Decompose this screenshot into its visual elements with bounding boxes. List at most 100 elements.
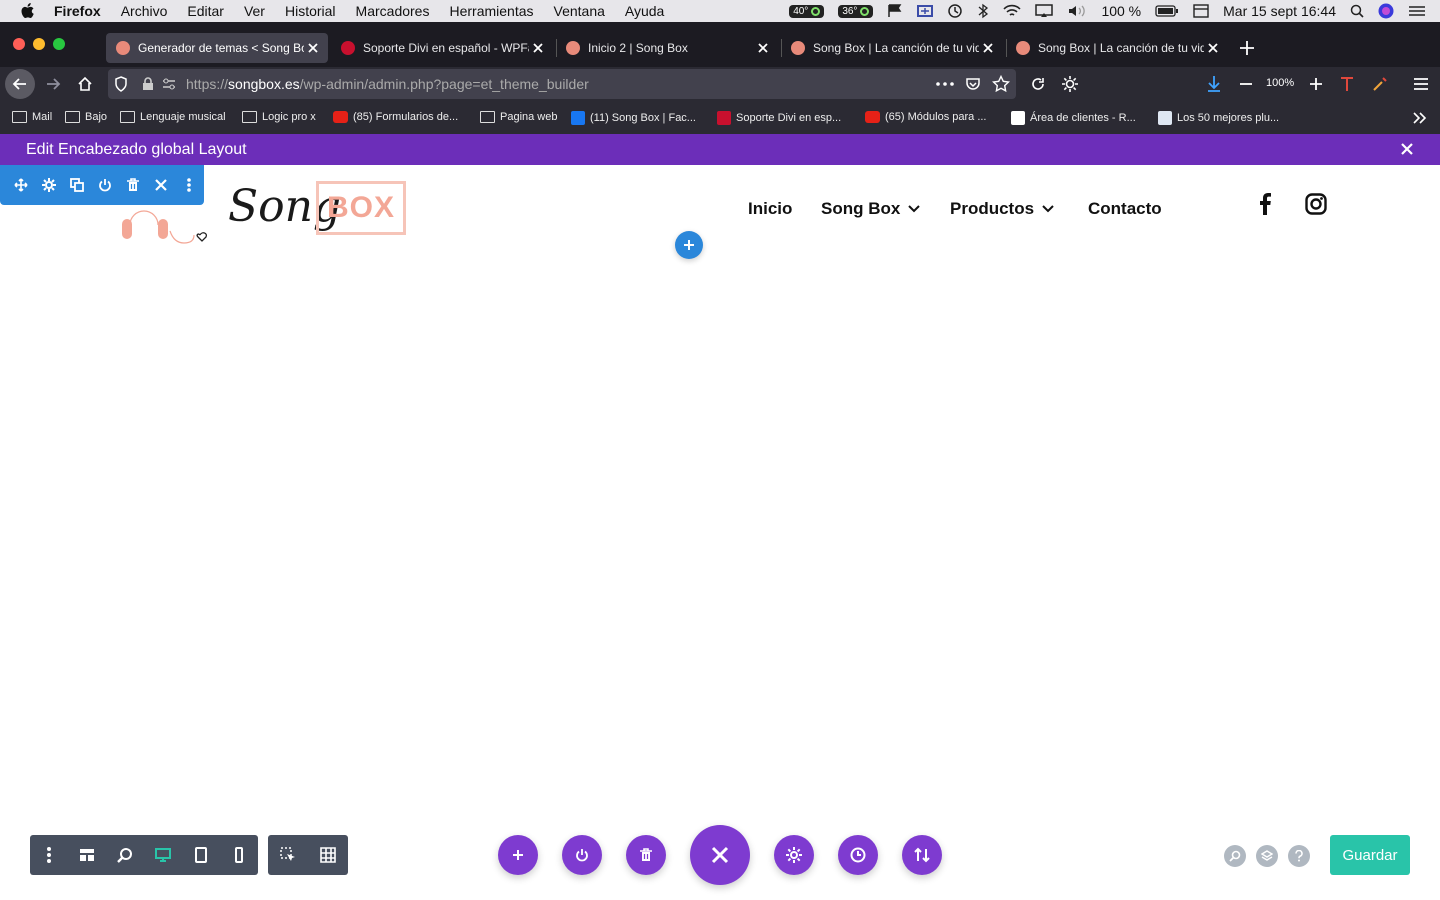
- bookmark-lenguaje-musical[interactable]: Lenguaje musical: [120, 111, 226, 123]
- time-machine-icon[interactable]: [947, 3, 963, 19]
- clear-layout-button[interactable]: [626, 835, 666, 875]
- close-settings-button[interactable]: [690, 825, 750, 885]
- pocket-icon[interactable]: [965, 76, 981, 92]
- url-bar[interactable]: https://songbox.es/wp-admin/admin.php?pa…: [108, 69, 1016, 99]
- nav-item-inicio[interactable]: Inicio: [748, 199, 792, 219]
- control-center-icon[interactable]: [1408, 4, 1426, 18]
- desktop-view-icon[interactable]: [144, 835, 182, 875]
- zoom-view-icon[interactable]: [106, 835, 144, 875]
- color-picker-icon[interactable]: [1368, 72, 1392, 96]
- add-row-button[interactable]: [675, 231, 703, 259]
- app-menu-icon[interactable]: [1409, 72, 1433, 96]
- tab-inicio-2[interactable]: Inicio 2 | Song Box: [556, 33, 778, 63]
- nav-item-contacto[interactable]: Contacto: [1088, 199, 1162, 219]
- bookmark-soporte-divi[interactable]: Soporte Divi en esp...: [717, 111, 841, 125]
- url-text[interactable]: https://songbox.es/wp-admin/admin.php?pa…: [186, 76, 589, 92]
- close-tab-icon[interactable]: [306, 41, 320, 55]
- clock-datetime[interactable]: Mar 15 sept 16:44: [1223, 3, 1336, 19]
- wireframe-view-icon[interactable]: [68, 835, 106, 875]
- history-button[interactable]: [838, 835, 878, 875]
- close-tab-icon[interactable]: [1206, 41, 1220, 55]
- menu-ventana[interactable]: Ventana: [554, 3, 605, 19]
- extension-gear-icon[interactable]: [1058, 72, 1082, 96]
- instagram-icon[interactable]: [1305, 193, 1327, 215]
- bookmark-logic-pro-x[interactable]: Logic pro x: [242, 111, 316, 123]
- menu-editar[interactable]: Editar: [187, 3, 224, 19]
- bookmark-50-mejores[interactable]: Los 50 mejores plu...: [1158, 111, 1279, 125]
- close-window-button[interactable]: [13, 38, 25, 50]
- bookmark-modulos[interactable]: (65) Módulos para ...: [865, 111, 987, 123]
- menu-app-firefox[interactable]: Firefox: [54, 3, 101, 19]
- bluetooth-icon[interactable]: [977, 3, 989, 19]
- downloads-icon[interactable]: [1202, 72, 1226, 96]
- forward-button[interactable]: [41, 72, 65, 96]
- site-logo[interactable]: Song BOX: [118, 177, 410, 247]
- add-module-button[interactable]: [498, 835, 538, 875]
- menu-marcadores[interactable]: Marcadores: [356, 3, 430, 19]
- lock-icon[interactable]: [142, 77, 154, 91]
- phone-view-icon[interactable]: [220, 835, 258, 875]
- maximize-window-button[interactable]: [53, 38, 65, 50]
- reload-button[interactable]: [1026, 72, 1050, 96]
- tab-generador-de-temas[interactable]: Generador de temas < Song Box: [106, 33, 328, 63]
- flag-icon[interactable]: [887, 4, 903, 18]
- tab-song-box-2[interactable]: Song Box | La canción de tu vida: [1006, 33, 1228, 63]
- sort-button[interactable]: [902, 835, 942, 875]
- zoom-level[interactable]: 100%: [1266, 77, 1294, 89]
- menu-herramientas[interactable]: Herramientas: [449, 3, 533, 19]
- shield-icon[interactable]: [114, 76, 128, 92]
- close-layout-icon[interactable]: [1400, 142, 1414, 156]
- bookmark-bajo[interactable]: Bajo: [65, 111, 107, 123]
- bookmark-song-box-facebook[interactable]: (11) Song Box | Fac...: [571, 111, 696, 125]
- apple-icon[interactable]: [20, 2, 38, 20]
- facebook-icon[interactable]: [1258, 193, 1272, 215]
- minimize-window-button[interactable]: [33, 38, 45, 50]
- bookmarks-overflow-icon[interactable]: [1412, 111, 1428, 125]
- menu-archivo[interactable]: Archivo: [121, 3, 168, 19]
- grid-mode-icon[interactable]: [308, 835, 348, 875]
- click-mode-icon[interactable]: [268, 835, 308, 875]
- calendar-icon[interactable]: [1193, 4, 1209, 18]
- bookmark-formularios[interactable]: (85) Formularios de...: [333, 111, 458, 123]
- gpu-temp-badge[interactable]: 36°: [838, 4, 874, 18]
- page-settings-menu-icon[interactable]: [30, 835, 68, 875]
- settings-gear-icon[interactable]: [42, 178, 56, 192]
- menu-historial[interactable]: Historial: [285, 3, 336, 19]
- search-button[interactable]: [1224, 845, 1246, 867]
- tab-song-box-1[interactable]: Song Box | La canción de tu vida: [781, 33, 1003, 63]
- close-tab-icon[interactable]: [981, 41, 995, 55]
- tab-soporte-divi[interactable]: Soporte Divi en español - WPFácil: [331, 33, 553, 63]
- zoom-out-button[interactable]: [1234, 72, 1258, 96]
- nav-item-productos[interactable]: Productos: [950, 199, 1054, 219]
- permissions-icon[interactable]: [162, 78, 176, 90]
- spotlight-search-icon[interactable]: [1350, 4, 1364, 18]
- menu-ayuda[interactable]: Ayuda: [625, 3, 664, 19]
- siri-icon[interactable]: [1378, 3, 1394, 19]
- save-button[interactable]: Guardar: [1330, 835, 1410, 875]
- text-extension-icon[interactable]: [1335, 72, 1359, 96]
- home-button[interactable]: [73, 72, 97, 96]
- bookmark-pagina-web[interactable]: Pagina web: [480, 111, 558, 123]
- move-icon[interactable]: [14, 178, 28, 192]
- volume-icon[interactable]: [1067, 4, 1087, 18]
- portability-button[interactable]: [562, 835, 602, 875]
- menu-ver[interactable]: Ver: [244, 3, 265, 19]
- battery-icon[interactable]: [1155, 5, 1179, 17]
- duplicate-icon[interactable]: [70, 178, 84, 192]
- network-icon[interactable]: [917, 4, 934, 18]
- zoom-in-button[interactable]: [1304, 72, 1328, 96]
- bookmark-mail[interactable]: Mail: [12, 111, 52, 123]
- new-tab-icon[interactable]: [1238, 39, 1256, 57]
- cpu-temp-badge[interactable]: 40°: [789, 4, 825, 18]
- nav-item-song-box[interactable]: Song Box: [821, 199, 921, 219]
- tablet-view-icon[interactable]: [182, 835, 220, 875]
- layers-button[interactable]: [1256, 845, 1278, 867]
- bookmark-star-icon[interactable]: [992, 75, 1010, 93]
- more-actions-icon[interactable]: [936, 82, 954, 86]
- page-settings-button[interactable]: [774, 835, 814, 875]
- close-tab-icon[interactable]: [756, 41, 770, 55]
- bookmark-area-clientes[interactable]: Área de clientes - R...: [1011, 111, 1136, 125]
- wifi-icon[interactable]: [1003, 4, 1022, 18]
- save-to-library-icon[interactable]: [98, 178, 112, 192]
- back-button[interactable]: [5, 69, 35, 99]
